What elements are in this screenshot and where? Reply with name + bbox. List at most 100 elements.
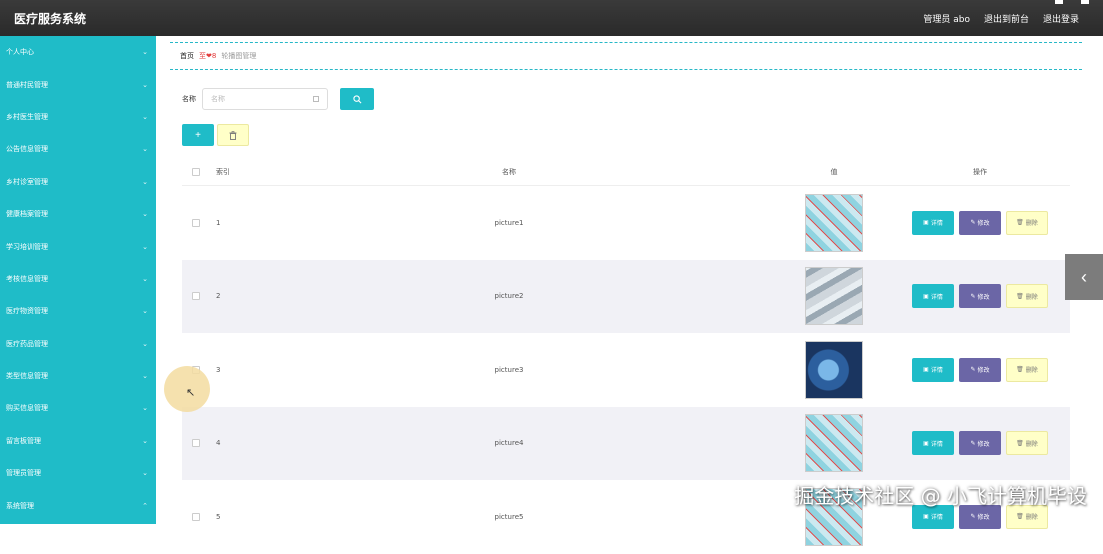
add-button[interactable]: + [182,124,214,146]
row-name: picture3 [494,365,524,374]
sidebar-item-training[interactable]: 学习培训管理 ⌄ [0,230,156,262]
row-checkbox[interactable] [192,439,200,448]
sidebar-item-notices[interactable]: 公告信息管理 ⌄ [0,133,156,165]
row-thumbnail[interactable] [805,267,863,326]
sidebar-item-doctors[interactable]: 乡村医生管理 ⌄ [0,101,156,133]
row-checkbox[interactable] [192,512,200,521]
row-name: picture4 [494,439,524,448]
select-all-checkbox[interactable] [192,167,200,176]
search-button[interactable] [340,88,374,110]
delete-button[interactable]: 🗑 删除 [1006,357,1048,382]
search-label: 名称 [182,95,196,103]
trash-icon: 🗑 [1016,292,1024,300]
edit-icon: ✎ [970,513,976,521]
trash-icon: 🗑 [1016,366,1024,374]
row-name: picture1 [494,218,524,227]
mouse-cursor-icon: ↖ [186,387,196,399]
sidebar-item-label: 购买信息管理 [6,404,48,413]
sidebar-item-label: 乡村诊室管理 [6,177,48,186]
edit-button[interactable]: ✎ 修改 [959,357,1001,382]
breadcrumb-page: 轮播图管理 [221,52,257,60]
sidebar-item-types[interactable]: 类型信息管理 ⌄ [0,360,156,392]
sidebar-item-label: 个人中心 [6,48,34,57]
header-name: 名称 [502,167,516,176]
edit-label: 修改 [977,440,990,448]
row-image-cell [778,414,890,473]
chevron-down-icon: ⌄ [142,339,148,348]
clear-icon[interactable] [313,96,319,102]
table-row: 4 picture4 ▣ 详情 ✎ 修改 🗑 删除 [182,406,1070,480]
edit-button[interactable]: ✎ 修改 [959,431,1001,456]
close-icon[interactable] [1081,0,1089,4]
chevron-down-icon: ⌄ [142,48,148,57]
sidebar-item-personal-center[interactable]: 个人中心 ⌄ [0,36,156,68]
row-ops: ▣ 详情 ✎ 修改 🗑 删除 [890,431,1070,456]
detail-icon: ▣ [923,292,929,300]
delete-label: 删除 [1025,514,1038,522]
detail-button[interactable]: ▣ 详情 [912,357,954,382]
edit-icon: ✎ [970,292,976,300]
sidebar-item-label: 考核信息管理 [6,274,48,283]
trash-icon [229,130,237,140]
restore-icon[interactable] [1055,0,1063,4]
sidebar-item-messages[interactable]: 留言板管理 ⌄ [0,425,156,457]
row-index: 4 [216,439,221,448]
sidebar-item-label: 学习培训管理 [6,242,48,251]
edit-button[interactable]: ✎ 修改 [959,210,1001,235]
sidebar-item-label: 公告信息管理 [6,145,48,154]
header-checkbox-cell [182,167,210,176]
sidebar-item-supplies[interactable]: 医疗物资管理 ⌄ [0,295,156,327]
table-row: 3 picture3 ▣ 详情 ✎ 修改 🗑 删除 [182,333,1070,407]
batch-delete-button[interactable] [217,124,249,146]
row-checkbox[interactable] [192,218,200,227]
window-controls [1055,0,1089,4]
edit-button[interactable]: ✎ 修改 [959,284,1001,309]
detail-button[interactable]: ▣ 详情 [912,284,954,309]
logout-link[interactable]: 退出登录 [1043,12,1079,25]
top-links: 管理员 abo 退出到前台 退出登录 [923,12,1103,25]
go-frontend-link[interactable]: 退出到前台 [984,12,1029,25]
edit-icon: ✎ [970,439,976,447]
admin-user-link[interactable]: 管理员 abo [923,12,970,25]
edit-label: 修改 [977,367,990,375]
sidebar-item-admins[interactable]: 管理员管理 ⌄ [0,457,156,489]
delete-button[interactable]: 🗑 删除 [1006,284,1048,309]
breadcrumb: 首页 至❤8 轮播图管理 [170,42,1082,70]
sidebar-item-villagers[interactable]: 普通村民管理 ⌄ [0,68,156,100]
delete-label: 删除 [1025,367,1038,375]
sidebar-item-medicines[interactable]: 医疗药品管理 ⌄ [0,328,156,360]
detail-label: 详情 [930,293,943,301]
detail-button[interactable]: ▣ 详情 [912,210,954,235]
delete-button[interactable]: 🗑 删除 [1006,431,1048,456]
delete-label: 删除 [1025,293,1038,301]
sidebar-item-assessment[interactable]: 考核信息管理 ⌄ [0,263,156,295]
delete-button[interactable]: 🗑 删除 [1006,210,1048,235]
sidebar-item-label: 留言板管理 [6,436,41,445]
row-image-cell [778,267,890,326]
watermark: 掘金技术社区 @ 小飞计算机毕设 [794,484,1087,508]
delete-label: 删除 [1025,220,1038,228]
sidebar-item-label: 普通村民管理 [6,80,48,89]
row-checkbox-cell [182,218,210,227]
collapse-panel-button[interactable]: ‹ [1065,254,1103,300]
row-ops: ▣ 详情 ✎ 修改 🗑 删除 [890,210,1070,235]
delete-label: 删除 [1025,440,1038,448]
row-checkbox-cell [182,512,210,521]
chevron-down-icon: ⌄ [142,177,148,186]
row-thumbnail[interactable] [805,193,863,252]
sidebar-item-clinics[interactable]: 乡村诊室管理 ⌄ [0,166,156,198]
edit-icon: ✎ [970,219,976,227]
search-input[interactable]: 名称 [202,88,328,110]
row-checkbox[interactable] [192,292,200,301]
breadcrumb-home[interactable]: 首页 [180,51,194,61]
sidebar-item-system[interactable]: 系统管理 ⌃ [0,489,156,521]
detail-button[interactable]: ▣ 详情 [912,431,954,456]
sidebar-item-health-records[interactable]: 健康档案管理 ⌄ [0,198,156,230]
chevron-down-icon: ⌄ [142,372,148,381]
sidebar-item-purchases[interactable]: 购买信息管理 ⌄ [0,392,156,424]
row-index: 3 [216,365,221,374]
detail-label: 详情 [930,440,943,448]
row-thumbnail[interactable] [805,414,863,473]
action-buttons: + [182,124,249,146]
row-thumbnail[interactable] [805,340,863,399]
